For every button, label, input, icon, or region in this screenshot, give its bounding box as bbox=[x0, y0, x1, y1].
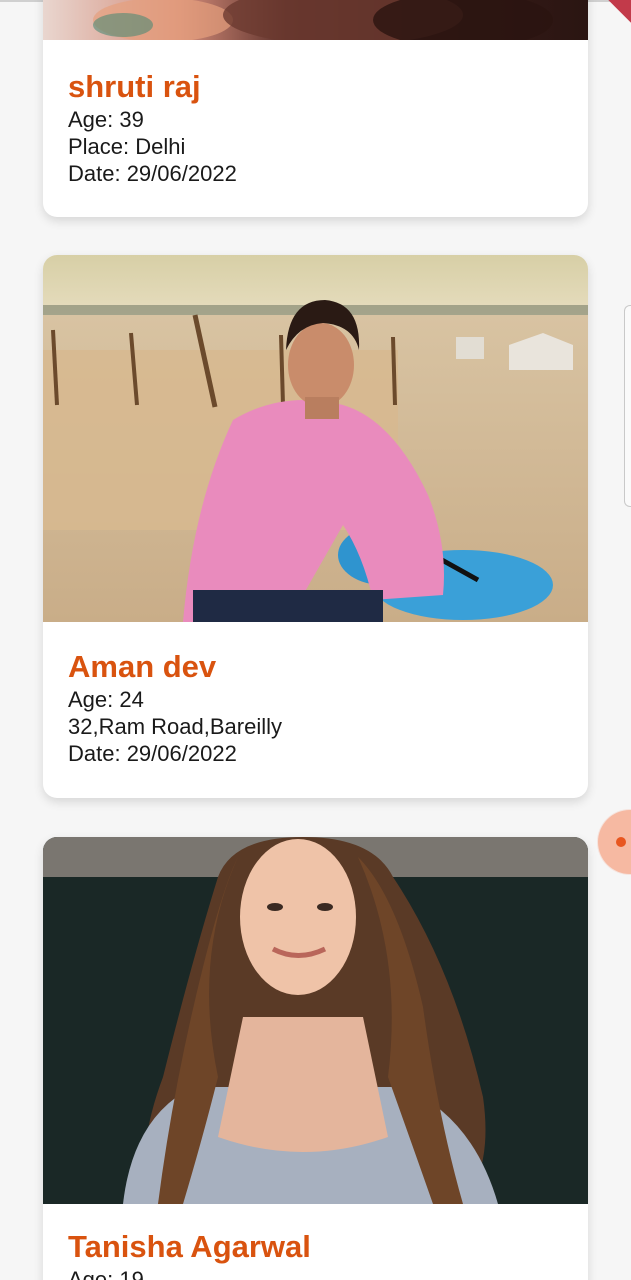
edge-panel-handle[interactable] bbox=[624, 305, 631, 507]
profile-date: Date: 29/06/2022 bbox=[68, 741, 237, 766]
debug-banner bbox=[588, 0, 631, 31]
portrait-photo-icon bbox=[43, 255, 588, 622]
profile-info: Tanisha Agarwal Age: 19 bbox=[43, 1204, 588, 1280]
profile-place: Place: Delhi bbox=[68, 134, 186, 159]
profile-name: Tanisha Agarwal bbox=[68, 1229, 311, 1264]
profile-info: shruti raj Age: 39 Place: Delhi Date: 29… bbox=[43, 40, 588, 187]
floating-action-button[interactable] bbox=[598, 810, 631, 874]
profile-name: Aman dev bbox=[68, 649, 217, 684]
profile-card[interactable]: Aman dev Age: 24 32,Ram Road,Bareilly Da… bbox=[43, 255, 588, 798]
profile-info: Aman dev Age: 24 32,Ram Road,Bareilly Da… bbox=[43, 622, 588, 767]
dot-icon bbox=[616, 837, 626, 847]
profile-card[interactable]: Tanisha Agarwal Age: 19 bbox=[43, 837, 588, 1280]
profile-place: 32,Ram Road,Bareilly bbox=[68, 714, 282, 739]
profile-date: Date: 29/06/2022 bbox=[68, 161, 237, 186]
portrait-photo-icon bbox=[43, 0, 588, 40]
profile-age: Age: 24 bbox=[68, 687, 144, 712]
portrait-photo-icon bbox=[43, 837, 588, 1204]
profile-age: Age: 19 bbox=[68, 1267, 144, 1280]
profile-card[interactable]: shruti raj Age: 39 Place: Delhi Date: 29… bbox=[43, 0, 588, 217]
profile-name: shruti raj bbox=[68, 69, 201, 104]
profile-photo bbox=[43, 255, 588, 622]
profile-photo bbox=[43, 0, 588, 40]
profile-age: Age: 39 bbox=[68, 107, 144, 132]
profile-photo bbox=[43, 837, 588, 1204]
profile-list-screen: shruti raj Age: 39 Place: Delhi Date: 29… bbox=[0, 0, 631, 1280]
